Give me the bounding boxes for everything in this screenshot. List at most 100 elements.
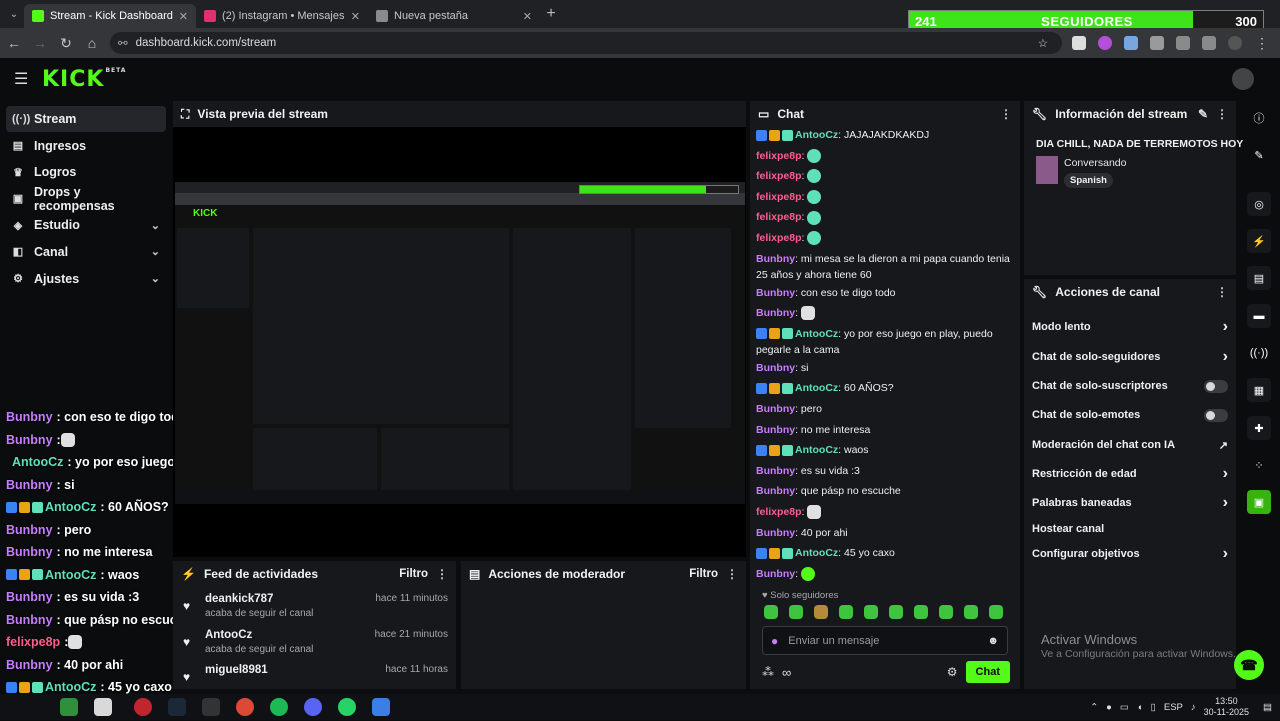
close-tab-icon[interactable]: ✕ <box>179 10 188 23</box>
tab-list-button[interactable]: ⌄ <box>4 4 24 24</box>
chevron-down-icon[interactable]: ⌄ <box>151 245 160 258</box>
chat-username[interactable]: Bunbny <box>756 424 795 436</box>
chrome-icon[interactable] <box>236 698 254 716</box>
emote-icon[interactable] <box>989 605 1003 619</box>
feed-more-icon[interactable]: ⋮ <box>436 567 448 581</box>
chat-username[interactable]: AntooCz <box>795 328 838 340</box>
taskbar-app-icon[interactable] <box>134 698 152 716</box>
chat-username[interactable]: Bunbny <box>756 253 795 265</box>
chat-username[interactable]: AntooCz <box>795 129 838 141</box>
chevron-down-icon[interactable]: ⌄ <box>151 272 160 285</box>
emote-icon[interactable] <box>914 605 928 619</box>
network-icon[interactable]: ▭ <box>1120 702 1129 713</box>
tools-icon[interactable]: ✚ <box>1247 416 1271 440</box>
back-icon[interactable]: ← <box>6 35 22 51</box>
sidebar-item-logros[interactable]: ♛Logros <box>6 159 166 185</box>
info-icon[interactable]: ⓘ <box>1247 106 1271 130</box>
close-tab-icon[interactable]: ✕ <box>351 10 360 23</box>
emote-icon[interactable] <box>939 605 953 619</box>
chat-username[interactable]: Bunbny <box>756 465 795 477</box>
browser-menu-icon[interactable]: ⋮ <box>1254 35 1270 52</box>
sidebar-item-drops[interactable]: ▣Drops y recompensas <box>6 186 166 212</box>
chat-settings-icon[interactable]: ⚙ <box>947 665 958 679</box>
emote-icon[interactable] <box>864 605 878 619</box>
tray-chevron-icon[interactable]: ⌃ <box>1090 702 1098 713</box>
feed-item[interactable]: ♥deankick787acaba de seguir el canalhace… <box>173 589 456 625</box>
chat-username[interactable]: felixpe8p <box>756 170 802 182</box>
channel-action-restricci-n-de-edad[interactable]: Restricción de edad› <box>1032 465 1228 483</box>
emote-icon[interactable] <box>889 605 903 619</box>
emote-icon[interactable] <box>789 605 803 619</box>
chat-input[interactable]: ● Enviar un mensaje ☻ <box>762 626 1008 655</box>
stream-info-more-icon[interactable]: ⋮ <box>1216 107 1228 121</box>
chat-more-icon[interactable]: ⋮ <box>1000 107 1012 121</box>
discord-icon[interactable] <box>304 698 322 716</box>
extensions-puzzle-icon[interactable] <box>1150 36 1164 50</box>
clock[interactable]: 13:5030-11-2025 <box>1204 696 1249 718</box>
chat-send-button[interactable]: Chat <box>966 661 1010 683</box>
emote-icon[interactable] <box>839 605 853 619</box>
feed-item[interactable]: ♥AntooCzacaba de seguir el canalhace 21 … <box>173 625 456 661</box>
apps-icon[interactable]: ⁘ <box>1247 453 1271 477</box>
sidebar-item-ajustes[interactable]: ⚙Ajustes⌄ <box>6 266 166 292</box>
channel-action-chat-de-solo-suscriptores[interactable]: Chat de solo-suscriptores <box>1032 377 1228 395</box>
channel-action-chat-de-solo-seguidores[interactable]: Chat de solo-seguidores› <box>1032 348 1228 366</box>
forward-icon[interactable]: → <box>32 35 48 51</box>
channel-action-configurar-objetivos[interactable]: Configurar objetivos› <box>1032 545 1228 563</box>
translate-icon[interactable] <box>1176 36 1190 50</box>
chat-username[interactable]: AntooCz <box>795 547 838 559</box>
channel-action-modo-lento[interactable]: Modo lento› <box>1032 318 1228 336</box>
sidebar-item-canal[interactable]: ◧Canal⌄ <box>6 239 166 265</box>
input-language[interactable]: ESP <box>1164 702 1183 713</box>
taskbar-app-icon[interactable] <box>60 698 78 716</box>
toggle-switch[interactable] <box>1204 409 1228 422</box>
feed-username[interactable]: AntooCz <box>205 629 252 641</box>
broadcast-icon[interactable]: ((·)) <box>1247 341 1271 365</box>
profile-avatar-icon[interactable] <box>1228 36 1242 50</box>
sidebar-item-stream[interactable]: ((·))Stream <box>6 106 166 132</box>
notification-icon[interactable]: ▤ <box>1263 702 1272 713</box>
sidebar-item-ingresos[interactable]: ▤Ingresos <box>6 133 166 159</box>
emote-icon[interactable] <box>814 605 828 619</box>
browser-tab[interactable]: Stream - Kick Dashboard✕ <box>24 4 196 28</box>
chat-username[interactable]: Bunbny <box>756 287 795 299</box>
close-tab-icon[interactable]: ✕ <box>523 10 532 23</box>
url-field[interactable]: ⚯ dashboard.kick.com/stream ☆ <box>110 32 1062 54</box>
bookmark-star-icon[interactable]: ☆ <box>1038 36 1048 50</box>
microphone-icon[interactable]: ● <box>771 634 778 648</box>
emote-icon[interactable] <box>964 605 978 619</box>
taskbar-app-icon[interactable] <box>94 698 112 716</box>
help-chat-button[interactable]: ☎ <box>1234 650 1264 680</box>
kick-logo[interactable]: KICKBETA <box>42 67 126 92</box>
channel-actions-more-icon[interactable]: ⋮ <box>1216 285 1228 299</box>
chat-username[interactable]: Bunbny <box>756 307 795 319</box>
chat-username[interactable]: felixpe8p <box>756 232 802 244</box>
home-icon[interactable]: ⌂ <box>84 35 100 51</box>
extension-icon[interactable] <box>1072 36 1086 50</box>
chat-username[interactable]: Bunbny <box>756 485 795 497</box>
site-info-icon[interactable]: ⚯ <box>118 36 128 50</box>
chat-username[interactable]: felixpe8p <box>756 506 802 518</box>
chevron-down-icon[interactable]: ⌄ <box>151 219 160 232</box>
new-tab-button[interactable]: + <box>540 5 562 23</box>
user-avatar[interactable] <box>1232 68 1254 90</box>
clips-icon[interactable]: ▣ <box>1247 490 1271 514</box>
battery-icon[interactable]: ▯ <box>1151 702 1156 713</box>
layout-icon[interactable]: ▦ <box>1247 378 1271 402</box>
channel-action-hostear-canal[interactable]: Hostear canal <box>1032 520 1228 538</box>
chat-username[interactable]: Bunbny <box>756 403 795 415</box>
list-icon[interactable]: ▤ <box>1247 266 1271 290</box>
edit-icon[interactable]: ✎ <box>1247 143 1271 167</box>
chat-username[interactable]: felixpe8p <box>756 211 802 223</box>
chat-username[interactable]: Bunbny <box>756 568 795 580</box>
points-icon[interactable]: ⁂ <box>762 665 774 679</box>
toggle-switch[interactable] <box>1204 380 1228 393</box>
browser-tab[interactable]: (2) Instagram • Mensajes✕ <box>196 4 368 28</box>
chat-username[interactable]: AntooCz <box>795 444 838 456</box>
feed-item[interactable]: ♥miguel8981hace 11 horas <box>173 660 456 696</box>
infinity-icon[interactable]: ∞ <box>782 665 791 680</box>
spotify-icon[interactable] <box>270 698 288 716</box>
epic-games-icon[interactable] <box>202 698 220 716</box>
chat-username[interactable]: felixpe8p <box>756 150 802 162</box>
emoji-picker-icon[interactable]: ☻ <box>987 635 999 647</box>
